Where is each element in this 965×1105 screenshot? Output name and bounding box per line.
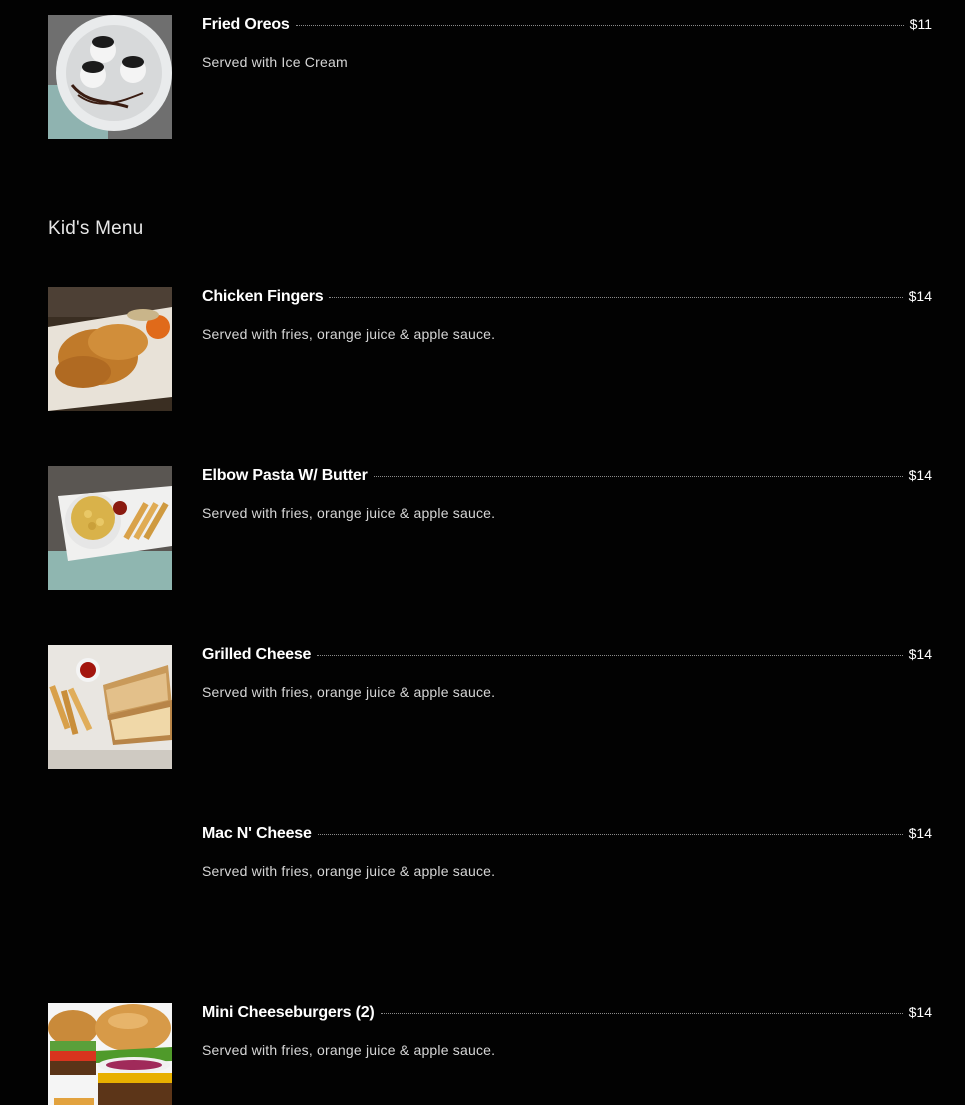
mini-cheeseburgers-photo[interactable] [48, 1003, 172, 1105]
item-price: $14 [908, 467, 932, 483]
menu-item-header: Fried Oreos $11 [202, 16, 932, 38]
item-description: Served with fries, orange juice & apple … [202, 863, 496, 879]
item-description: Served with fries, orange juice & apple … [202, 1042, 496, 1058]
menu-item-header: Mac N' Cheese $14 [202, 825, 932, 847]
grilled-cheese-photo[interactable] [48, 645, 172, 769]
item-description: Served with fries, orange juice & apple … [202, 505, 496, 521]
item-description: Served with fries, orange juice & apple … [202, 684, 496, 700]
item-description: Served with fries, orange juice & apple … [202, 326, 496, 342]
dot-leader [317, 654, 903, 656]
fried-oreos-photo[interactable] [48, 15, 172, 139]
dot-leader [373, 475, 903, 477]
item-price: $14 [908, 288, 932, 304]
item-name: Fried Oreos [202, 16, 290, 33]
menu-item-header: Chicken Fingers $14 [202, 288, 932, 310]
dot-leader [317, 833, 903, 835]
elbow-pasta-photo[interactable] [48, 466, 172, 590]
dot-leader [329, 296, 903, 298]
section-title: Kid's Menu [48, 218, 144, 239]
item-price: $11 [909, 16, 932, 32]
item-name: Chicken Fingers [202, 288, 324, 305]
item-price: $14 [908, 646, 932, 662]
item-price: $14 [908, 1004, 932, 1020]
dot-leader [295, 24, 904, 26]
menu-item-header: Grilled Cheese $14 [202, 646, 932, 668]
item-name: Mac N' Cheese [202, 825, 312, 842]
menu-item-header: Elbow Pasta W/ Butter $14 [202, 467, 932, 489]
item-name: Grilled Cheese [202, 646, 312, 663]
menu-item-header: Mini Cheeseburgers (2) $14 [202, 1004, 932, 1026]
chicken-fingers-photo[interactable] [48, 287, 172, 411]
item-name: Elbow Pasta W/ Butter [202, 467, 368, 484]
item-description: Served with Ice Cream [202, 54, 348, 70]
item-price: $14 [908, 825, 932, 841]
item-name: Mini Cheeseburgers (2) [202, 1004, 375, 1021]
dot-leader [380, 1012, 903, 1014]
